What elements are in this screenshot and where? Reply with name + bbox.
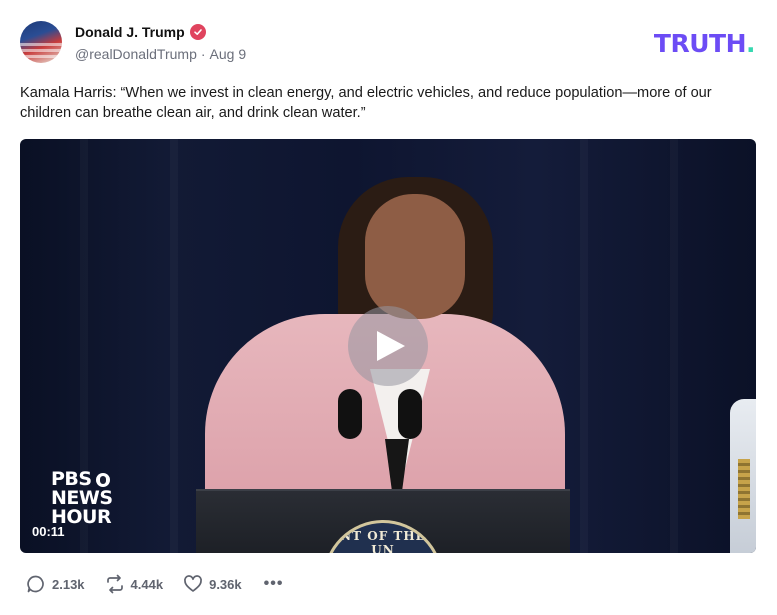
microphone: [338, 389, 362, 439]
reply-button[interactable]: 2.13k: [26, 574, 85, 594]
play-icon: [376, 331, 405, 361]
truth-logo[interactable]: TRUTH.: [653, 29, 756, 58]
author-name-row: Donald J. Trump: [75, 23, 206, 41]
display-name[interactable]: Donald J. Trump: [75, 24, 185, 40]
more-options-button[interactable]: •••: [262, 575, 284, 593]
video-timestamp: 00:11: [32, 524, 65, 539]
truth-post: Donald J. Trump @realDonaldTrump · Aug 9…: [0, 0, 777, 615]
more-icon: •••: [263, 575, 284, 592]
seal-text: NT OF THE UN: [340, 529, 426, 553]
post-text: Kamala Harris: “When we invest in clean …: [20, 85, 712, 121]
like-count: 9.36k: [209, 576, 242, 592]
play-button[interactable]: [348, 306, 428, 386]
logo-text: TRUTH: [653, 29, 747, 58]
logo-dot: .: [746, 29, 756, 58]
heart-icon: [184, 575, 202, 592]
post-actions: 2.13k 4.44k 9.36k •••: [26, 573, 283, 595]
retruth-icon: [106, 574, 123, 594]
curtain-fold: [170, 139, 178, 553]
speaker-face: [365, 194, 465, 319]
verified-badge-icon: [189, 24, 206, 40]
post-date[interactable]: Aug 9: [210, 46, 247, 62]
handle[interactable]: @realDonaldTrump: [75, 46, 197, 62]
retruth-count: 4.44k: [130, 576, 164, 592]
like-button[interactable]: 9.36k: [183, 574, 242, 594]
reply-count: 2.13k: [52, 576, 85, 592]
retruth-button[interactable]: 4.44k: [105, 574, 164, 594]
avatar[interactable]: [20, 21, 62, 63]
pbs-newshour-watermark: PBS NEWS HOUR: [51, 470, 113, 527]
flag-fringe: [738, 459, 750, 519]
microphone: [398, 389, 422, 439]
video-player[interactable]: NT OF THE UN PBS NEWS HOUR 00:11: [20, 139, 756, 553]
curtain-fold: [580, 139, 588, 553]
comment-icon: [27, 575, 44, 593]
author-meta: @realDonaldTrump · Aug 9: [75, 46, 246, 62]
curtain-fold: [670, 139, 678, 553]
meta-separator: ·: [200, 46, 206, 62]
pbs-head-icon: [95, 472, 110, 487]
